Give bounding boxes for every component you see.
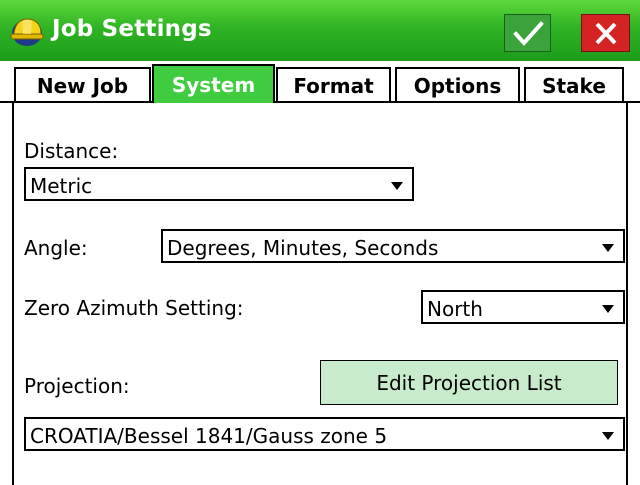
projection-value: CROATIA/Bessel 1841/Gauss zone 5 [30, 424, 388, 448]
distance-dropdown[interactable]: Metric [24, 167, 414, 201]
projection-dropdown[interactable]: CROATIA/Bessel 1841/Gauss zone 5 [24, 417, 625, 451]
tab-bar: New Job System Format Options Stake [0, 61, 640, 103]
zero-azimuth-dropdown[interactable]: North [421, 290, 625, 324]
ok-button[interactable] [504, 14, 551, 52]
chevron-down-icon [602, 244, 614, 252]
hard-hat-icon [10, 18, 44, 46]
tab-system[interactable]: System [152, 64, 275, 103]
chevron-down-icon [602, 432, 614, 440]
title-bar: Job Settings [0, 0, 640, 61]
distance-label: Distance: [24, 139, 119, 163]
checkmark-icon [513, 21, 544, 47]
close-button[interactable] [581, 14, 630, 52]
tab-stake[interactable]: Stake [524, 67, 624, 102]
tab-options[interactable]: Options [395, 67, 520, 102]
tab-format[interactable]: Format [276, 67, 391, 102]
zero-azimuth-label: Zero Azimuth Setting: [24, 296, 244, 320]
close-icon [595, 22, 617, 45]
distance-value: Metric [30, 174, 93, 198]
chevron-down-icon [391, 182, 403, 190]
angle-dropdown[interactable]: Degrees, Minutes, Seconds [161, 229, 625, 263]
projection-label: Projection: [24, 374, 130, 398]
edit-projection-list-button[interactable]: Edit Projection List [320, 360, 618, 405]
tab-new-job[interactable]: New Job [14, 67, 151, 102]
angle-label: Angle: [24, 236, 88, 260]
zero-azimuth-value: North [427, 297, 483, 321]
window-title: Job Settings [52, 16, 212, 42]
chevron-down-icon [602, 305, 614, 313]
angle-value: Degrees, Minutes, Seconds [167, 236, 439, 260]
